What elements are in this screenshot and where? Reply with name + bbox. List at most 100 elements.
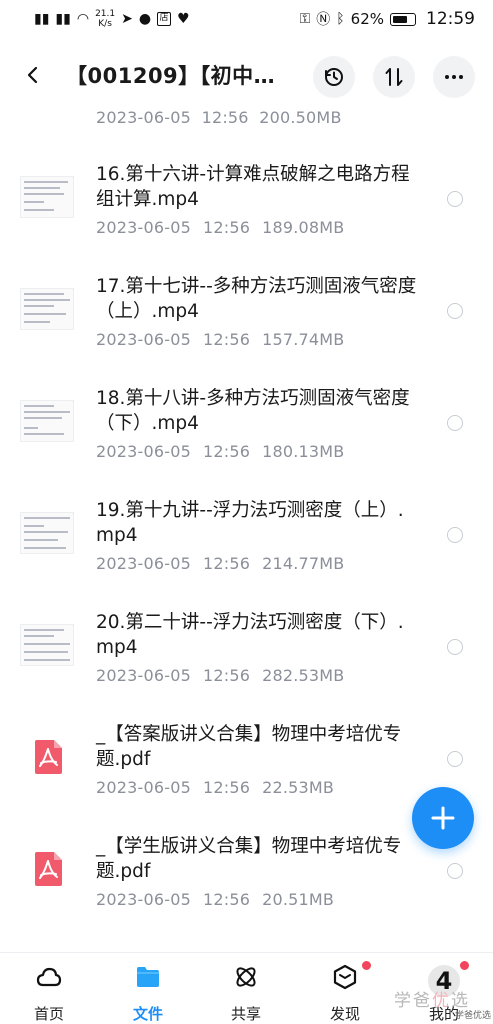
file-size: 214.77MB	[262, 554, 345, 573]
file-meta: 2023-06-05 12:56 157.74MB	[96, 330, 344, 349]
video-thumbnail	[20, 512, 74, 554]
file-time: 12:56	[202, 218, 251, 237]
file-size: 22.53MB	[262, 778, 335, 797]
key-icon: ⚿	[299, 11, 311, 27]
file-name: _【学生版讲义合集】物理中考培优专题.pdf	[96, 836, 402, 882]
app-dot-icon: ●	[138, 11, 152, 27]
file-meta: 2023-06-05 12:56 20.51MB	[96, 890, 334, 909]
chevron-left-icon	[27, 66, 38, 84]
file-meta: 2023-06-05 12:56 22.53MB	[96, 778, 334, 797]
video-thumbnail	[20, 288, 74, 330]
more-button[interactable]	[433, 56, 475, 98]
nav-item-home[interactable]: 首页	[0, 953, 98, 1024]
folder-icon	[137, 967, 159, 987]
video-thumbnail	[20, 624, 74, 666]
clock: 12:59	[426, 9, 475, 29]
file-row[interactable]: 18.第十八讲-多种方法巧测固液气密度（下）.mp4 2023-06-05 12:…	[0, 378, 493, 490]
file-meta: 2023-06-05 12:56 214.77MB	[96, 554, 344, 573]
nav-item-share[interactable]: 共享	[197, 953, 295, 1024]
signal-icon: ▮▮	[34, 11, 50, 27]
video-thumbnail	[20, 176, 74, 218]
select-radio[interactable]	[447, 303, 463, 319]
select-radio[interactable]	[447, 191, 463, 207]
file-date: 2023-06-05	[96, 442, 191, 461]
nav-label: 发现	[329, 1005, 360, 1023]
sort-button[interactable]	[373, 56, 415, 98]
file-time: 12:56	[202, 330, 251, 349]
file-time: 12:56	[202, 554, 251, 573]
twitter-icon: ♥	[177, 11, 190, 27]
file-size: 157.74MB	[262, 330, 345, 349]
more-dots-icon	[445, 75, 463, 79]
notification-dot	[362, 961, 371, 970]
plus-icon	[431, 806, 455, 830]
add-button[interactable]	[412, 787, 474, 849]
file-meta: 2023-06-05 12:56 189.08MB	[96, 218, 344, 237]
discover-cube-icon	[333, 964, 357, 990]
battery-percent: 62%	[350, 10, 384, 28]
battery-icon	[390, 12, 416, 26]
file-row[interactable]: 19.第十九讲--浮力法巧测密度（上）.mp4 2023-06-05 12:56 2…	[0, 490, 493, 602]
pdf-file-icon	[35, 852, 62, 886]
file-time: 12:56	[202, 666, 251, 685]
nfc-icon: Ⓝ	[316, 12, 331, 28]
pdf-file-icon	[35, 740, 62, 774]
sort-arrows-icon	[385, 68, 403, 86]
select-radio[interactable]	[447, 863, 463, 879]
file-size: 200.50MB	[259, 108, 342, 127]
video-thumbnail	[20, 400, 74, 442]
bluetooth-icon: ᛒ	[336, 11, 345, 27]
file-size: 189.08MB	[262, 218, 345, 237]
file-size: 180.13MB	[262, 442, 345, 461]
header: 【001209】【初中…	[0, 48, 493, 104]
file-date: 2023-06-05	[96, 666, 191, 685]
wifi-icon: ◠	[76, 11, 90, 27]
page-title: 【001209】【初中…	[66, 64, 276, 88]
share-atom-icon	[236, 967, 256, 987]
file-date: 2023-06-05	[96, 108, 191, 127]
file-size: 20.51MB	[262, 890, 335, 909]
file-name: 16.第十六讲-计算难点破解之电路方程组计算.mp4	[96, 164, 410, 210]
nav-label: 首页	[33, 1005, 64, 1023]
file-date: 2023-06-05	[96, 218, 191, 237]
file-row[interactable]: _【学生版讲义合集】物理中考培优专题.pdf 2023-06-05 12:56 20…	[0, 826, 493, 938]
signal-icon-2: ▮▮	[55, 11, 71, 27]
file-name: _【答案版讲义合集】物理中考培优专题.pdf	[96, 724, 402, 770]
file-date: 2023-06-05	[96, 330, 191, 349]
file-time: 12:56	[202, 442, 251, 461]
file-date: 2023-06-05	[96, 890, 191, 909]
video-thumbnail	[20, 104, 70, 120]
file-meta: 2023-06-05 12:56 180.13MB	[96, 442, 344, 461]
file-time: 12:56	[202, 778, 251, 797]
file-row[interactable]: 17.第十七讲--多种方法巧测固液气密度（上）.mp4 2023-06-05 12…	[0, 266, 493, 378]
select-radio[interactable]	[447, 751, 463, 767]
file-row[interactable]: 20.第二十讲--浮力法巧测密度（下）.mp4 2023-06-05 12:56 2…	[0, 602, 493, 714]
file-date: 2023-06-05	[96, 778, 191, 797]
status-right: ⚿ Ⓝ ᛒ 62% 12:59	[300, 9, 475, 29]
file-name: 18.第十八讲-多种方法巧测固液气密度（下）.mp4	[96, 388, 410, 434]
select-radio[interactable]	[447, 415, 463, 431]
select-radio[interactable]	[447, 527, 463, 543]
status-left: ▮▮ ▮▮ ◠ 21.1 K/s ➤ ● 店 ♥	[34, 9, 190, 29]
notification-dot	[460, 961, 469, 970]
file-name: 19.第十九讲--浮力法巧测密度（上）.mp4	[96, 500, 404, 546]
file-time: 12:56	[202, 890, 251, 909]
history-icon	[325, 68, 343, 86]
back-button[interactable]	[18, 60, 48, 90]
watermark-text-1: 学爸	[394, 991, 432, 1011]
file-row[interactable]: 16.第十六讲-计算难点破解之电路方程组计算.mp4 2023-06-05 12:…	[0, 154, 493, 266]
shop-badge: 店	[157, 12, 172, 26]
file-time: 12:56	[201, 108, 249, 127]
nav-label: 共享	[230, 1005, 261, 1023]
nav-item-discover[interactable]: 发现	[296, 953, 394, 1024]
history-button[interactable]	[313, 56, 355, 98]
watermark-small: 学爸优选	[455, 1011, 492, 1021]
file-date: 2023-06-05	[96, 554, 191, 573]
file-size: 282.53MB	[262, 666, 345, 685]
watermark-text-2: 优	[432, 991, 451, 1011]
select-radio[interactable]	[447, 639, 463, 655]
net-speed-value: 21.1	[95, 9, 116, 19]
file-meta: 2023-06-05 12:56 282.53MB	[96, 666, 344, 685]
nav-item-files[interactable]: 文件	[99, 953, 197, 1024]
cloud-icon	[36, 967, 62, 987]
